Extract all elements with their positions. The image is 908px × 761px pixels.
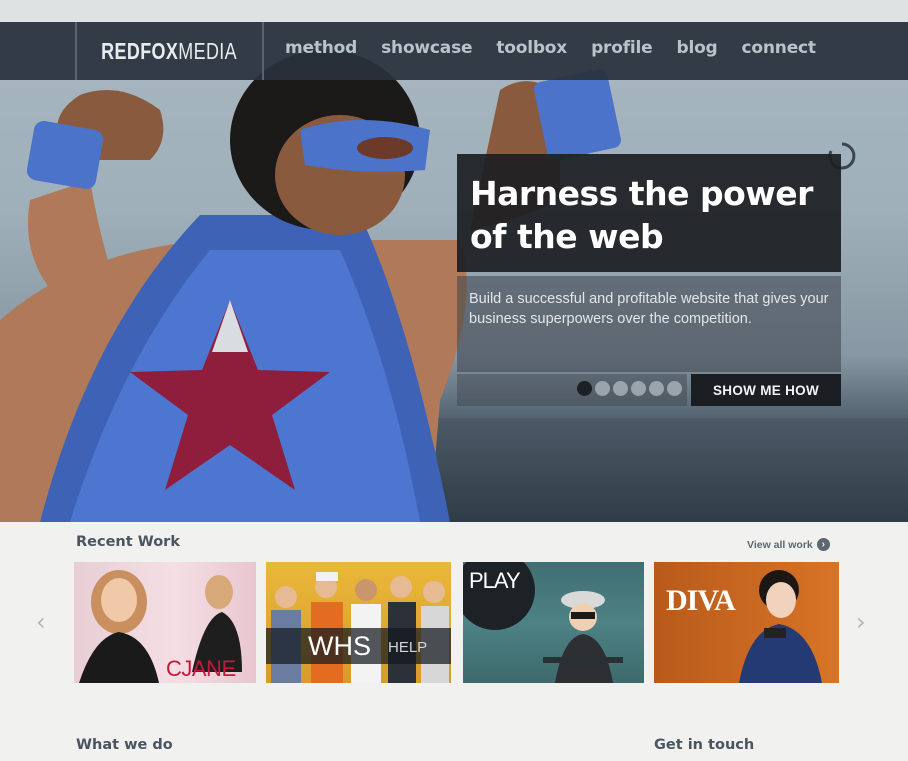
nav-item-showcase[interactable]: showcase	[381, 38, 472, 58]
work-thumbnail-play[interactable]: PLAY	[463, 562, 644, 683]
nav-item-profile[interactable]: profile	[591, 38, 653, 58]
nav-item-toolbox[interactable]: toolbox	[496, 38, 567, 58]
what-we-do-heading: What we do	[76, 737, 173, 753]
hero-body-text: Build a successful and profitable websit…	[469, 291, 829, 327]
recent-work-heading: Recent Work	[76, 534, 180, 550]
work-thumbnail-cjane[interactable]: CJANE	[74, 562, 256, 683]
slide-dot-3[interactable]	[613, 381, 628, 396]
hero-headline-panel: Harness the power of the web	[457, 154, 841, 272]
nav-item-method[interactable]: method	[285, 38, 357, 58]
diva-photo	[739, 570, 822, 683]
slide-dot-1[interactable]	[577, 381, 592, 396]
main-menu: method showcase toolbox profile blog con…	[285, 38, 840, 58]
slide-dot-4[interactable]	[631, 381, 646, 396]
nav-item-connect[interactable]: connect	[742, 38, 816, 58]
thumbnail-caption-play: PLAY	[469, 568, 521, 593]
show-me-how-button[interactable]: SHOW ME HOW	[691, 374, 841, 406]
thumbnail-caption-cjane: CJANE	[166, 656, 236, 681]
logo-text-bold: REDFOX	[101, 37, 179, 64]
logo-text-thin: MEDIA	[178, 37, 238, 64]
slide-dot-2[interactable]	[595, 381, 610, 396]
arrow-circle-icon: ›	[816, 538, 830, 551]
view-all-work-link[interactable]: View all work ›	[747, 538, 830, 551]
carousel-next-arrow[interactable]: ›	[856, 608, 866, 636]
logo[interactable]: REDFOXMEDIA	[75, 22, 264, 80]
slide-dot-5[interactable]	[649, 381, 664, 396]
hero-body-panel: Build a successful and profitable websit…	[457, 276, 841, 372]
slide-dot-6[interactable]	[667, 381, 682, 396]
nav-item-blog[interactable]: blog	[676, 38, 717, 58]
thumbnail-caption-diva: DIVA	[666, 584, 736, 617]
work-thumbnail-whs[interactable]: WHS HELP	[266, 562, 451, 683]
top-navigation: REDFOXMEDIA method showcase toolbox prof…	[0, 22, 908, 80]
get-in-touch-heading: Get in touch	[654, 737, 755, 753]
thumbnail-caption-whs: WHS	[308, 631, 371, 661]
hero-headline: Harness the power of the web	[470, 174, 813, 256]
thumbnail-caption-help: HELP	[388, 639, 428, 656]
carousel-prev-arrow[interactable]: ‹	[36, 608, 46, 636]
slider-pagination	[577, 381, 682, 396]
view-all-work-label: View all work	[747, 538, 813, 551]
whs-photo	[271, 572, 449, 683]
work-thumbnail-diva[interactable]: DIVA	[654, 562, 839, 683]
